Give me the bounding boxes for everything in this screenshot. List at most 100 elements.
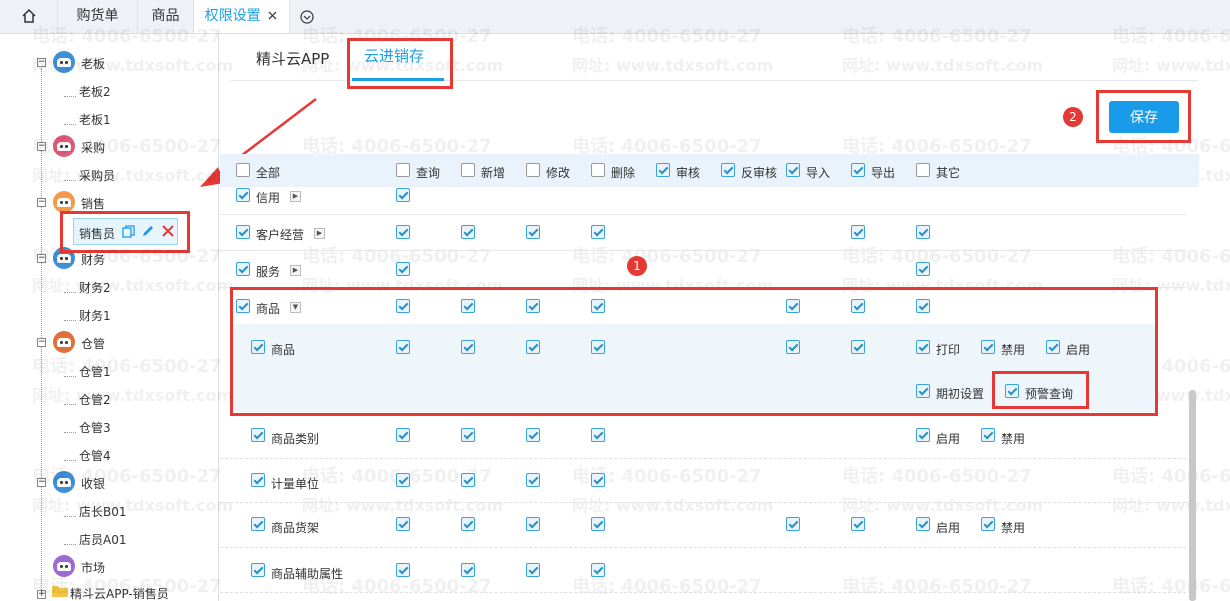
column-checkbox-approve[interactable] — [656, 163, 670, 177]
tree-collapse-toggle[interactable]: − — [37, 478, 46, 487]
perm-checkbox[interactable] — [461, 225, 475, 239]
column-checkbox-delete[interactable] — [591, 163, 605, 177]
tree-item-selected-salesperson[interactable]: 销售员 — [73, 218, 178, 245]
column-checkbox-import[interactable] — [786, 163, 800, 177]
perm-checkbox[interactable] — [526, 340, 540, 354]
select-all-checkbox[interactable] — [236, 163, 250, 177]
tree-item[interactable]: 老板2 — [79, 83, 111, 100]
column-checkbox-export[interactable] — [851, 163, 865, 177]
perm-checkbox[interactable] — [851, 225, 865, 239]
perm-checkbox[interactable] — [396, 473, 410, 487]
perm-checkbox[interactable] — [851, 299, 865, 313]
perm-checkbox[interactable] — [591, 563, 605, 577]
tree-group-label[interactable]: 财务 — [81, 251, 105, 268]
perm-checkbox-opening-setup[interactable] — [916, 384, 930, 398]
perm-checkbox[interactable] — [461, 563, 475, 577]
perm-checkbox[interactable] — [591, 428, 605, 442]
perm-checkbox-disable[interactable] — [981, 517, 995, 531]
row-checkbox-credit[interactable] — [236, 188, 250, 202]
perm-checkbox[interactable] — [396, 340, 410, 354]
perm-checkbox[interactable] — [591, 299, 605, 313]
perm-checkbox-disable[interactable] — [981, 340, 995, 354]
perm-checkbox[interactable] — [591, 473, 605, 487]
row-checkbox-goods-category[interactable] — [251, 428, 265, 442]
subtab-jingdouyun-app[interactable]: 精斗云APP — [256, 48, 329, 69]
perm-checkbox[interactable] — [786, 517, 800, 531]
perm-checkbox[interactable] — [916, 225, 930, 239]
column-checkbox-add[interactable] — [461, 163, 475, 177]
tab-goods[interactable]: 商品 — [138, 0, 194, 33]
perm-checkbox[interactable] — [851, 340, 865, 354]
tree-collapse-toggle[interactable]: − — [37, 198, 46, 207]
column-checkbox-other[interactable] — [916, 163, 930, 177]
tree-collapse-toggle[interactable]: − — [37, 254, 46, 263]
tree-item[interactable]: 店员A01 — [79, 531, 126, 548]
perm-checkbox[interactable] — [396, 188, 410, 202]
column-checkbox-modify[interactable] — [526, 163, 540, 177]
perm-checkbox-enable[interactable] — [1046, 340, 1060, 354]
tree-item[interactable]: 仓管3 — [79, 419, 111, 436]
perm-checkbox[interactable] — [526, 517, 540, 531]
row-checkbox-goods-aux-attr[interactable] — [251, 563, 265, 577]
tree-group-label[interactable]: 采购 — [81, 139, 105, 156]
tree-expand-toggle[interactable]: + — [37, 590, 46, 599]
tree-item[interactable]: 仓管4 — [79, 447, 111, 464]
perm-checkbox[interactable] — [461, 340, 475, 354]
perm-checkbox[interactable] — [461, 517, 475, 531]
vertical-scrollbar[interactable] — [1189, 390, 1196, 601]
column-checkbox-query[interactable] — [396, 163, 410, 177]
tab-permission-settings[interactable]: 权限设置 × — [194, 0, 290, 33]
perm-checkbox[interactable] — [396, 262, 410, 276]
perm-checkbox[interactable] — [396, 299, 410, 313]
tree-item[interactable]: 仓管2 — [79, 391, 111, 408]
tree-item[interactable]: 财务2 — [79, 279, 111, 296]
perm-checkbox[interactable] — [396, 225, 410, 239]
tree-group-label[interactable]: 收银 — [81, 475, 105, 492]
perm-checkbox-enable[interactable] — [916, 517, 930, 531]
perm-checkbox[interactable] — [786, 340, 800, 354]
delete-icon[interactable] — [162, 225, 174, 237]
perm-checkbox[interactable] — [461, 473, 475, 487]
perm-checkbox-print[interactable] — [916, 340, 930, 354]
row-checkbox-unit[interactable] — [251, 473, 265, 487]
perm-checkbox[interactable] — [526, 563, 540, 577]
perm-checkbox[interactable] — [526, 299, 540, 313]
home-tab[interactable] — [0, 0, 58, 33]
perm-checkbox[interactable] — [916, 262, 930, 276]
tab-purchase-order[interactable]: 购货单 — [58, 0, 138, 33]
perm-checkbox[interactable] — [851, 517, 865, 531]
tree-group-label[interactable]: 销售 — [81, 195, 105, 212]
perm-checkbox[interactable] — [461, 299, 475, 313]
tree-collapse-toggle[interactable]: − — [37, 338, 46, 347]
row-checkbox-service[interactable] — [236, 262, 250, 276]
close-icon[interactable]: × — [267, 0, 279, 33]
expand-row-icon[interactable]: ▶ — [290, 265, 301, 276]
perm-checkbox[interactable] — [526, 428, 540, 442]
perm-checkbox[interactable] — [396, 563, 410, 577]
perm-checkbox[interactable] — [526, 225, 540, 239]
perm-checkbox[interactable] — [786, 299, 800, 313]
tree-item[interactable]: 店长B01 — [79, 503, 127, 520]
tree-item[interactable]: 老板1 — [79, 111, 111, 128]
row-checkbox-goods-item[interactable] — [251, 340, 265, 354]
tree-group-label[interactable]: 老板 — [81, 55, 105, 72]
edit-icon[interactable] — [141, 224, 155, 238]
save-button[interactable]: 保存 — [1109, 101, 1179, 133]
tree-folder-label[interactable]: 精斗云APP-销售员 — [70, 585, 169, 601]
tab-more-dropdown[interactable] — [290, 0, 324, 33]
tree-group-label[interactable]: 市场 — [81, 559, 105, 576]
tree-collapse-toggle[interactable]: − — [37, 58, 46, 67]
tree-group-label[interactable]: 仓管 — [81, 335, 105, 352]
column-checkbox-unapprove[interactable] — [721, 163, 735, 177]
subtab-cloud-inventory[interactable]: 云进销存 — [364, 45, 424, 66]
expand-row-icon[interactable]: ▶ — [314, 228, 325, 239]
copy-icon[interactable] — [122, 225, 135, 238]
tree-item[interactable]: 仓管1 — [79, 363, 111, 380]
perm-checkbox-disable[interactable] — [981, 428, 995, 442]
tree-item[interactable]: 采购员 — [79, 167, 115, 184]
perm-checkbox[interactable] — [916, 299, 930, 313]
collapse-row-icon[interactable]: ▼ — [290, 302, 301, 313]
perm-checkbox[interactable] — [396, 517, 410, 531]
tree-collapse-toggle[interactable]: − — [37, 142, 46, 151]
expand-row-icon[interactable]: ▶ — [290, 191, 301, 202]
